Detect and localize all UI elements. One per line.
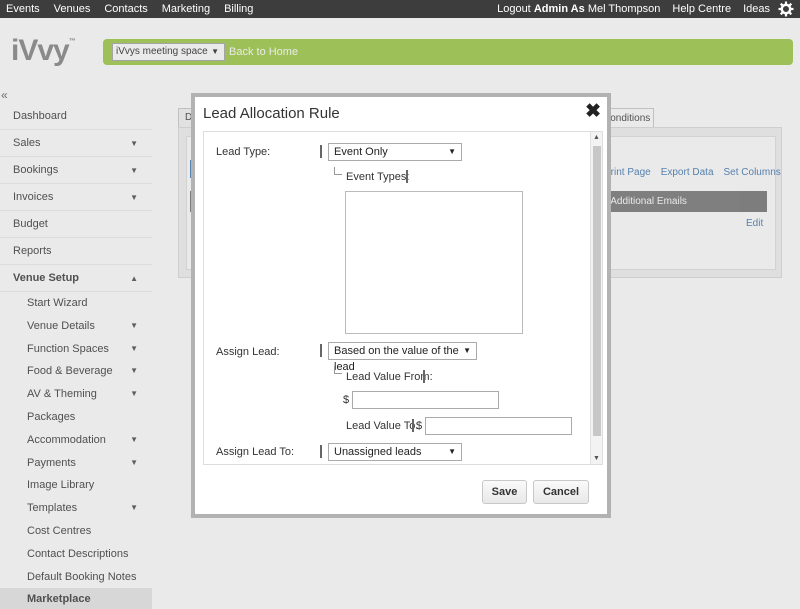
dialog-title: Lead Allocation Rule	[203, 105, 340, 122]
nav-contacts[interactable]: Contacts	[97, 0, 154, 18]
assign-lead-to-value: Unassigned leads	[334, 446, 422, 458]
scroll-down-icon[interactable]: ▼	[593, 455, 600, 462]
lead-type-select[interactable]: Event Only ▼	[328, 143, 462, 161]
assign-lead-select[interactable]: Based on the value of the lead ▼	[328, 342, 477, 373]
required-marker	[320, 145, 322, 158]
lead-value-from-label: Lead Value From:	[346, 371, 433, 383]
lead-value-from-input[interactable]	[352, 391, 499, 409]
required-marker	[423, 370, 425, 383]
main-nav: Events Venues Contacts Marketing Billing	[0, 0, 260, 18]
dialog-body: Lead Type: Event Only ▼ Event Types: Ass…	[203, 131, 603, 465]
assign-lead-to-label: Assign Lead To:	[216, 446, 295, 458]
tree-connector	[334, 167, 342, 175]
close-icon[interactable]: ✖	[585, 102, 601, 121]
chevron-down-icon: ▼	[448, 447, 456, 456]
scroll-up-icon[interactable]: ▲	[593, 134, 600, 141]
assign-lead-value: Based on the value of the lead	[334, 345, 459, 373]
chevron-down-icon: ▼	[463, 346, 471, 355]
dialog-scrollbar[interactable]: ▲ ▼	[590, 132, 602, 464]
lead-value-to-input[interactable]	[425, 417, 572, 435]
required-marker	[406, 170, 408, 183]
lead-type-value: Event Only	[334, 146, 388, 158]
chevron-down-icon: ▼	[448, 147, 456, 156]
logout-label: Logout	[497, 3, 531, 15]
assign-lead-label: Assign Lead:	[216, 346, 280, 358]
nav-venues[interactable]: Venues	[47, 0, 98, 18]
save-button[interactable]: Save	[482, 480, 527, 504]
gear-icon[interactable]	[778, 1, 794, 17]
help-centre-link[interactable]: Help Centre	[666, 0, 737, 18]
event-types-label: Event Types:	[346, 171, 410, 183]
event-types-listbox[interactable]	[345, 191, 523, 334]
user-name: Mel Thompson	[587, 3, 661, 15]
lead-value-to-label: Lead Value To:	[346, 420, 419, 432]
required-marker	[320, 445, 322, 458]
tree-connector	[334, 366, 342, 374]
ideas-link[interactable]: Ideas	[737, 0, 776, 18]
admin-as-label: Admin As	[533, 3, 585, 15]
logout-link[interactable]: Logout Admin As Mel Thompson	[491, 0, 666, 18]
nav-billing[interactable]: Billing	[217, 0, 260, 18]
nav-events[interactable]: Events	[0, 0, 47, 18]
top-nav-bar: Events Venues Contacts Marketing Billing…	[0, 0, 800, 18]
scrollbar-thumb[interactable]	[593, 146, 601, 436]
required-marker	[320, 344, 322, 357]
assign-lead-to-select[interactable]: Unassigned leads ▼	[328, 443, 462, 461]
lead-allocation-rule-dialog: Lead Allocation Rule ✖ Lead Type: Event …	[191, 93, 611, 518]
currency-symbol: $	[343, 394, 350, 406]
lead-type-label: Lead Type:	[216, 146, 271, 158]
cancel-button[interactable]: Cancel	[533, 480, 589, 504]
nav-marketing[interactable]: Marketing	[155, 0, 217, 18]
user-nav: Logout Admin As Mel Thompson Help Centre…	[491, 0, 800, 18]
required-marker	[412, 419, 414, 432]
currency-symbol: $	[416, 420, 423, 432]
